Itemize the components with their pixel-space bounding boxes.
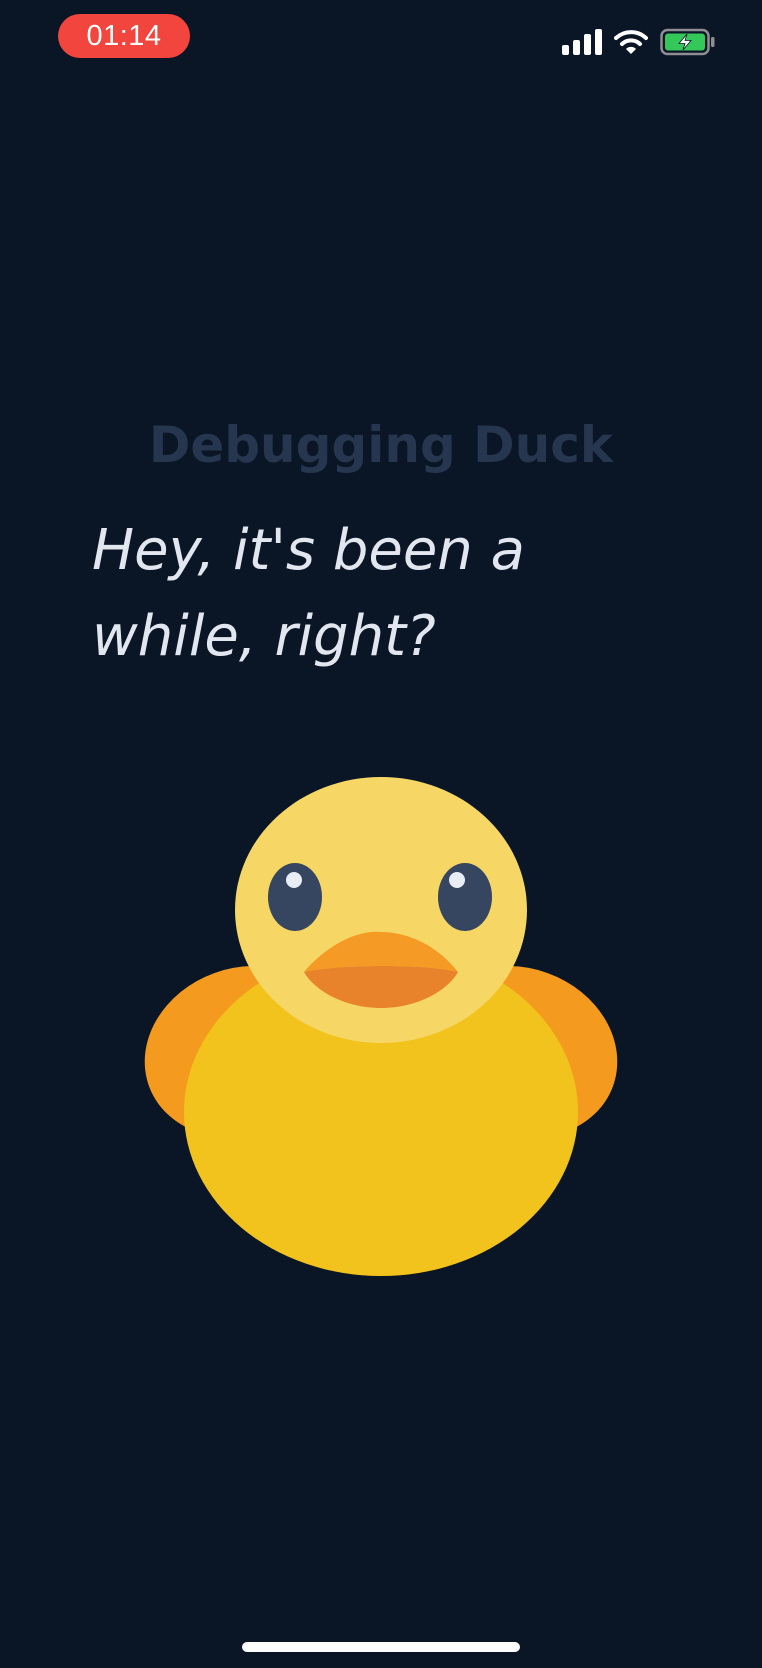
duck-left-eye-highlight	[286, 872, 302, 888]
greeting-message: Hey, it's been a while, right?	[92, 518, 525, 669]
duck-right-eye-highlight	[449, 872, 465, 888]
status-bar: 01:14	[0, 0, 762, 80]
cellular-signal-icon	[562, 29, 602, 55]
home-indicator[interactable]	[242, 1642, 520, 1652]
time-indicator[interactable]: 01:14	[58, 14, 190, 58]
duck-right-eye	[438, 863, 492, 931]
battery-charging-icon	[660, 28, 715, 56]
app-title: Debugging Duck	[148, 416, 614, 474]
wifi-icon	[614, 30, 648, 54]
rubber-duck-icon[interactable]	[138, 776, 624, 1276]
status-icons	[562, 26, 716, 58]
